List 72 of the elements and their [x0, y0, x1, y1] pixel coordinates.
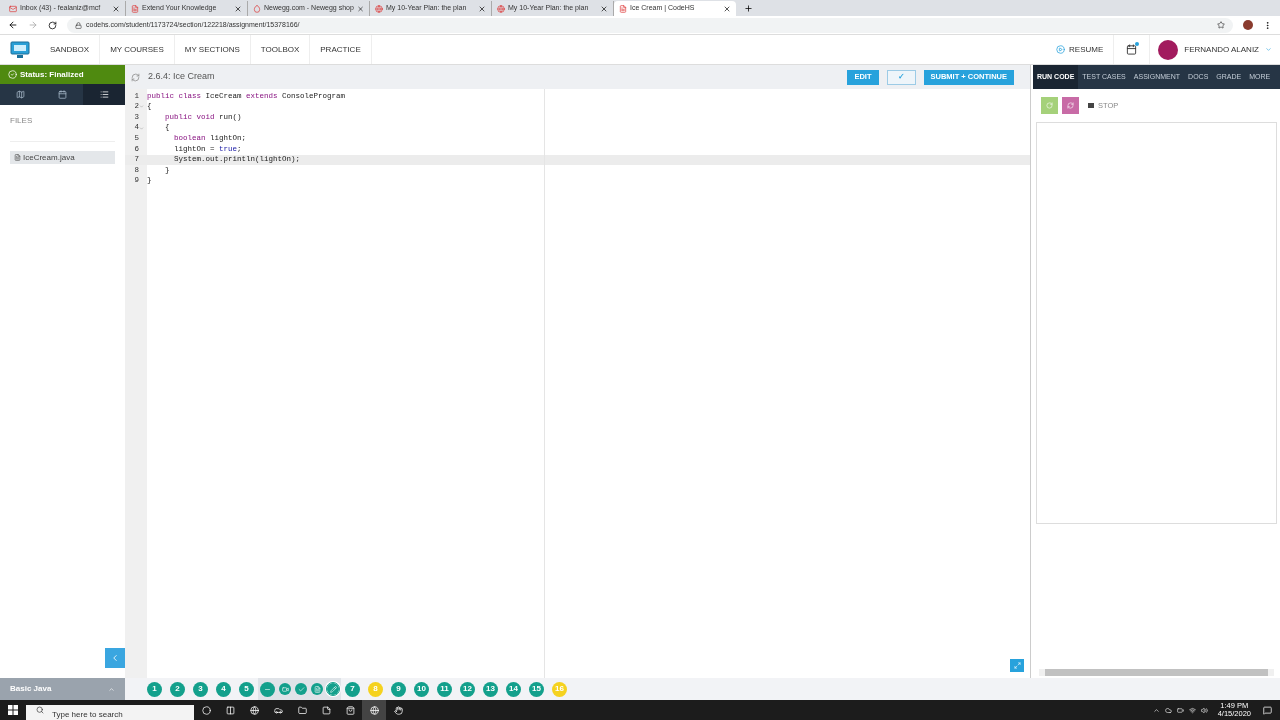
back-icon[interactable] [8, 20, 18, 30]
video-icon [281, 685, 289, 693]
search-icon [36, 706, 44, 714]
check-icon [297, 685, 305, 693]
progress-step[interactable] [295, 683, 307, 695]
cloud-icon[interactable] [1164, 706, 1172, 714]
progress-step[interactable] [279, 683, 291, 695]
pencil-icon [329, 685, 337, 693]
chevron-left-icon [110, 653, 120, 663]
lock-icon [75, 21, 82, 29]
map-icon [16, 90, 26, 99]
new-tab-icon[interactable] [744, 4, 753, 13]
list-icon [99, 90, 109, 99]
tab-favicon-icon [619, 4, 627, 13]
nav-link[interactable]: TOOLBOX [250, 35, 311, 64]
user-name[interactable]: FERNANDO ALANIZ [1184, 43, 1259, 56]
expand-icon [1013, 662, 1021, 669]
assignment-title: 2.6.4: Ice Cream [148, 70, 215, 84]
nav-link[interactable]: PRACTICE [310, 35, 372, 64]
volume-icon[interactable] [1200, 706, 1208, 714]
tab-favicon-icon [497, 4, 505, 13]
profile-avatar[interactable] [1243, 20, 1253, 30]
sidebar-tab[interactable] [83, 84, 125, 105]
reset-icon [1067, 102, 1074, 109]
close-icon[interactable] [478, 4, 486, 13]
file-item[interactable]: IceCream.java [10, 151, 115, 164]
progress-step[interactable] [260, 681, 275, 697]
reload-icon[interactable] [48, 20, 57, 30]
file-icon [14, 154, 21, 161]
chevron-icon [108, 685, 115, 693]
windows-logo-icon[interactable] [8, 705, 18, 715]
horizontal-scrollbar[interactable] [1039, 669, 1274, 676]
run-icon [1046, 102, 1053, 109]
status-banner: Status: Finalized [0, 65, 125, 84]
resume-button[interactable]: RESUME [1046, 35, 1115, 64]
notepad-icon [321, 705, 331, 715]
store-icon [345, 705, 355, 715]
nav-link[interactable]: SANDBOX [40, 35, 101, 64]
calendar-icon [58, 90, 67, 99]
taskbar-search-field[interactable]: Type here to search [26, 704, 194, 720]
progress-step[interactable] [327, 683, 339, 695]
taskbar-app-icon[interactable] [362, 700, 386, 720]
check-icon [8, 70, 17, 79]
tab-favicon-icon [375, 4, 383, 13]
glove-icon [393, 705, 403, 715]
nav-link[interactable]: MY SECTIONS [174, 35, 251, 64]
tab-favicon-icon [253, 4, 261, 13]
close-icon[interactable] [600, 4, 608, 13]
doc-icon [313, 685, 321, 693]
wifi-icon[interactable] [1188, 706, 1196, 714]
stop-icon [1088, 103, 1094, 108]
taskview-icon [225, 705, 235, 715]
car-icon [273, 705, 283, 715]
tab-favicon-icon [9, 4, 17, 13]
close-icon[interactable] [112, 4, 120, 13]
cortana-icon [201, 705, 211, 715]
menu-icon[interactable] [1263, 20, 1272, 30]
battery-icon[interactable] [1176, 706, 1184, 714]
bookmark-icon[interactable] [1217, 21, 1225, 29]
play-icon [1056, 45, 1066, 54]
folder-icon [297, 705, 307, 715]
monitor-logo-icon[interactable] [10, 40, 30, 59]
files-label: FILES [10, 115, 115, 142]
progress-step[interactable] [311, 683, 323, 695]
close-icon[interactable] [723, 4, 731, 13]
calendar-icon[interactable] [1126, 44, 1138, 55]
notifications-icon[interactable] [1263, 705, 1272, 715]
close-icon[interactable] [234, 4, 242, 13]
nav-link[interactable]: MY COURSES [100, 35, 175, 64]
user-avatar[interactable] [1158, 39, 1179, 60]
tab-favicon-icon [131, 4, 139, 13]
course-name: Basic Java [10, 683, 52, 695]
